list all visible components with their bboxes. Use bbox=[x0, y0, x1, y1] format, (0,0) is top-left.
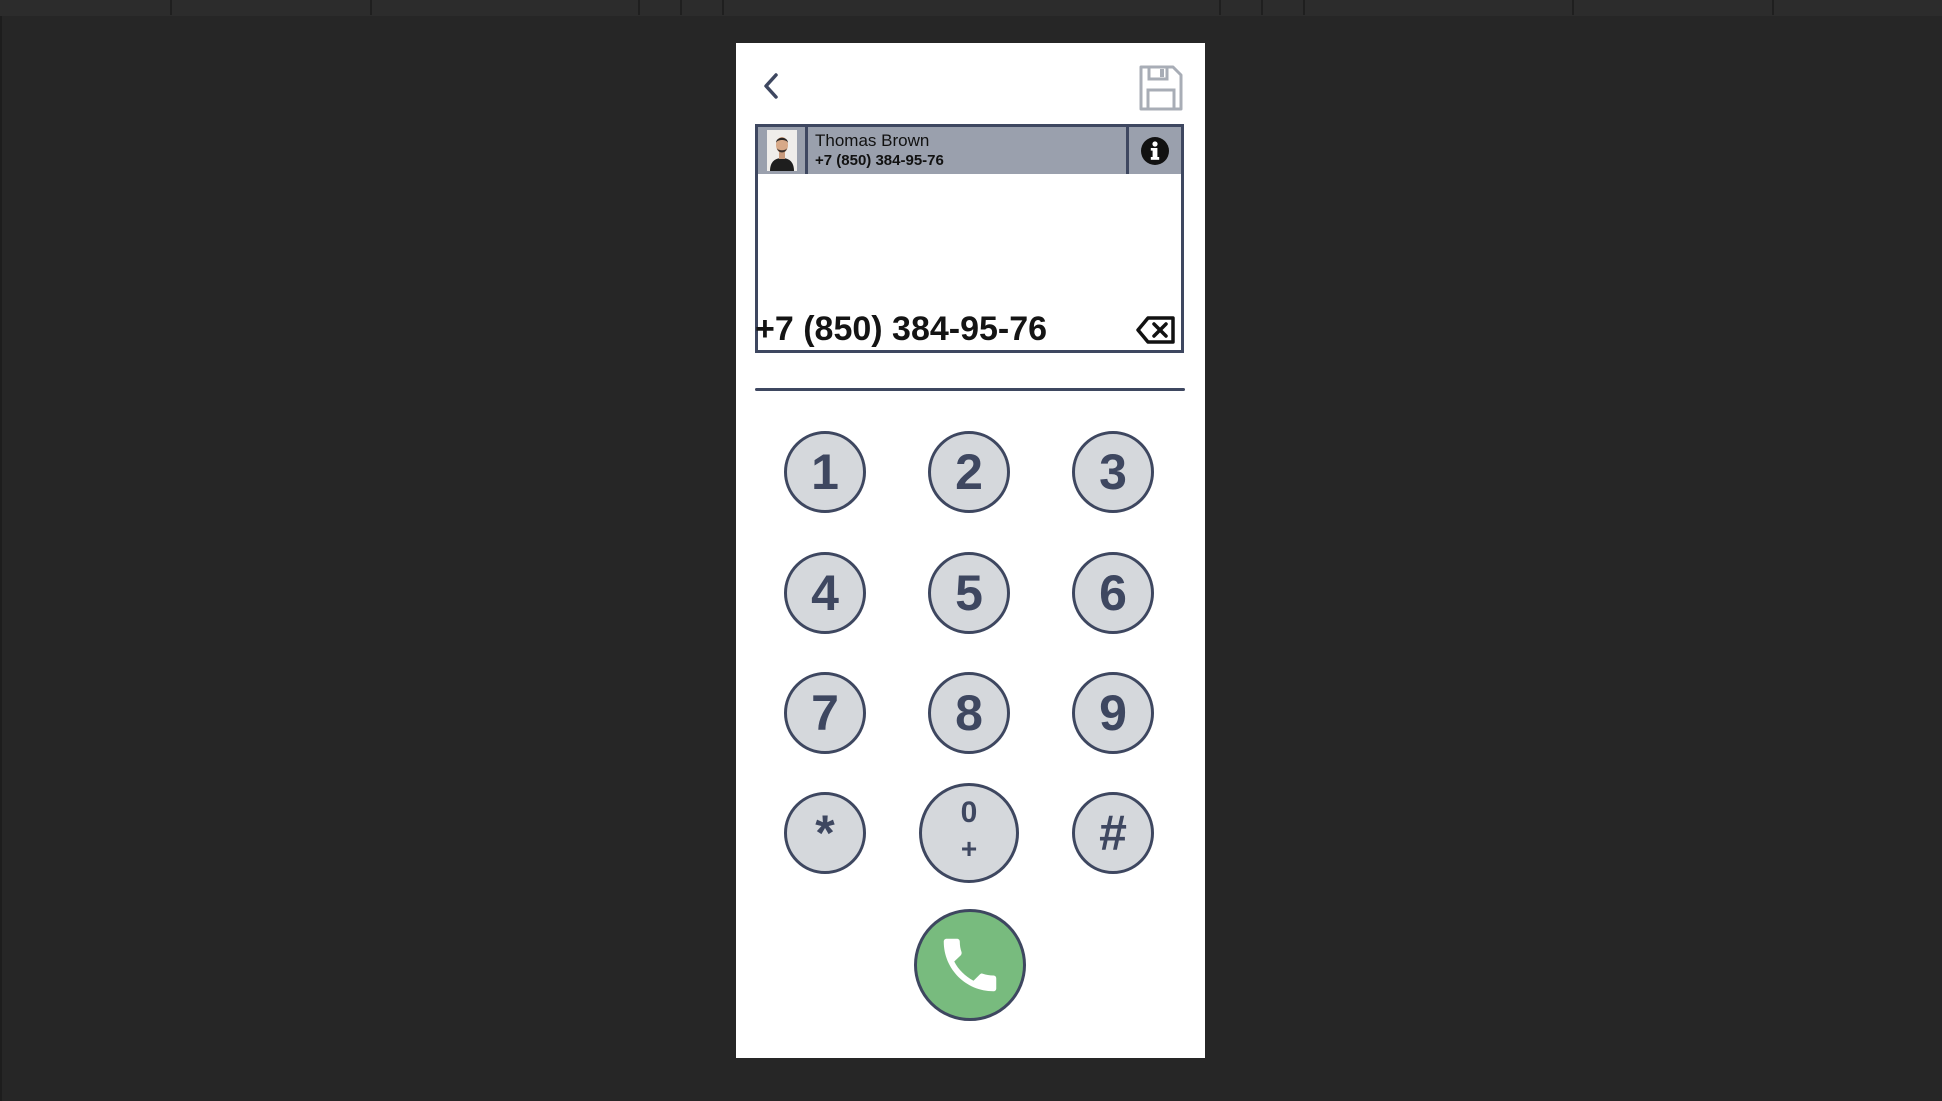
key-2[interactable]: 2 bbox=[928, 431, 1010, 513]
top-strip-segment bbox=[640, 0, 682, 15]
save-button[interactable] bbox=[1138, 64, 1184, 112]
top-strip-segment bbox=[172, 0, 372, 15]
avatar bbox=[766, 130, 797, 171]
dialer-screen: Thomas Brown +7 (850) 384-95-76 +7 (850)… bbox=[736, 43, 1205, 1058]
key-star[interactable]: * bbox=[784, 792, 866, 874]
contact-list-item[interactable]: Thomas Brown +7 (850) 384-95-76 bbox=[758, 127, 1181, 174]
contact-phone: +7 (850) 384-95-76 bbox=[815, 152, 944, 169]
info-icon bbox=[1141, 136, 1169, 165]
number-divider bbox=[755, 388, 1185, 391]
contact-info-button[interactable] bbox=[1129, 127, 1181, 174]
call-button[interactable] bbox=[914, 909, 1026, 1021]
key-0-digit: 0 bbox=[960, 796, 978, 829]
top-strip-segment bbox=[682, 0, 724, 15]
key-7[interactable]: 7 bbox=[784, 672, 866, 754]
phone-icon bbox=[943, 938, 997, 992]
key-8[interactable]: 8 bbox=[928, 672, 1010, 754]
top-strip-segment bbox=[0, 0, 172, 15]
top-strip-segment bbox=[724, 0, 1221, 15]
key-3[interactable]: 3 bbox=[1072, 431, 1154, 513]
key-0[interactable]: 0 + bbox=[919, 783, 1019, 883]
person-photo-icon bbox=[766, 130, 797, 171]
top-strip-segment bbox=[1221, 0, 1263, 15]
chevron-left-icon bbox=[764, 73, 778, 99]
top-strip-segment bbox=[1305, 0, 1574, 15]
top-tab-strip bbox=[0, 0, 1942, 16]
back-button[interactable] bbox=[756, 71, 786, 101]
avatar-cell bbox=[758, 127, 808, 174]
top-strip-segment bbox=[1774, 0, 1934, 15]
key-6[interactable]: 6 bbox=[1072, 552, 1154, 634]
floppy-disk-icon bbox=[1139, 65, 1183, 111]
dialed-number: +7 (850) 384-95-76 bbox=[755, 310, 1048, 348]
key-hash[interactable]: # bbox=[1072, 792, 1154, 874]
top-strip-segment bbox=[1263, 0, 1305, 15]
backspace-button[interactable] bbox=[1135, 314, 1177, 346]
key-0-plus: + bbox=[960, 833, 978, 864]
key-5[interactable]: 5 bbox=[928, 552, 1010, 634]
contact-details: Thomas Brown +7 (850) 384-95-76 bbox=[808, 127, 1129, 174]
backspace-icon bbox=[1136, 316, 1175, 344]
top-strip-segment bbox=[1574, 0, 1774, 15]
top-strip-segment bbox=[372, 0, 640, 15]
key-1[interactable]: 1 bbox=[784, 431, 866, 513]
contact-name: Thomas Brown bbox=[815, 131, 930, 150]
window-edge bbox=[0, 0, 2, 1101]
key-4[interactable]: 4 bbox=[784, 552, 866, 634]
key-9[interactable]: 9 bbox=[1072, 672, 1154, 754]
